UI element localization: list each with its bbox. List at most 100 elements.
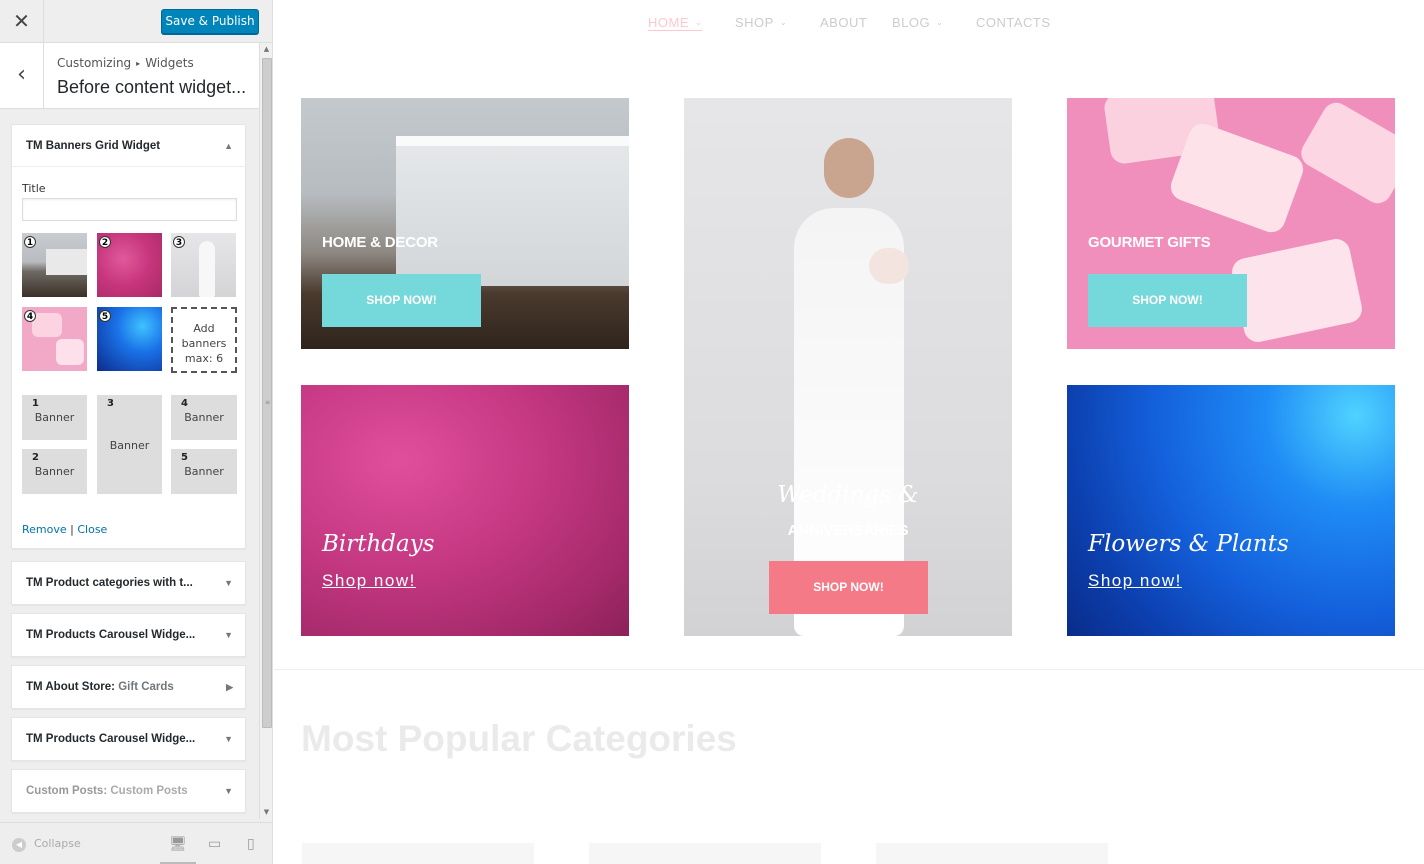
layout-slot-number: 2 [32,452,39,463]
layout-slot-label: Banner [184,465,224,478]
collapse-button[interactable]: ◀ Collapse [12,837,81,852]
widget-actions: Remove | Close [22,523,107,536]
banner-thumbnail[interactable]: 4 [22,307,87,371]
bride-head-shape [824,138,874,198]
shop-now-link[interactable]: Shop now! [1088,571,1182,591]
section-heading: Most Popular Categories [301,718,737,759]
customizer-header: ✕ Save & Publish [0,0,272,43]
desktop-preview-icon[interactable]: 🖥 [160,836,196,864]
widget-subtitle: Custom Posts [110,785,188,797]
layout-slot-number: 4 [181,398,188,409]
collapse-arrow-icon: ◀ [12,838,26,852]
widget-title: TM Banners Grid Widget [26,140,161,152]
chevron-down-icon: ⌄ [779,18,788,27]
scroll-up-arrow-icon[interactable]: ▲ [260,43,272,56]
title-input[interactable] [22,198,237,221]
shop-now-button[interactable]: SHOP NOW! [322,274,481,327]
expand-arrow-icon[interactable]: ▼ [224,718,233,760]
layout-slot[interactable]: 5 Banner [171,449,237,494]
dress-silhouette-shape [199,241,215,297]
sidebar-scrollbar[interactable]: ▲ ≡ ▼ [259,43,272,819]
banner-thumbnail[interactable]: 5 [97,307,162,371]
scrollbar-thumb[interactable]: ≡ [262,58,272,728]
remove-link[interactable]: Remove [22,523,67,536]
breadcrumb: Customizing ▸ Widgets [57,56,194,70]
widget-header[interactable]: TM Products Carousel Widge... ▼ [12,718,245,760]
widget-products-carousel[interactable]: TM Products Carousel Widge... ▼ [11,717,246,761]
expand-arrow-icon[interactable]: ▼ [224,770,233,812]
layout-slot-label: Banner [184,411,224,424]
add-banners-button[interactable]: Add banners max: 6 [171,307,237,373]
nav-item-contacts[interactable]: CONTACTS [976,15,1051,30]
layout-slot[interactable]: 1 Banner [22,395,87,440]
widget-header[interactable]: TM Products Carousel Widge... ▼ [12,614,245,656]
banner-gourmet-gifts[interactable]: GOURMET GIFTS SHOP NOW! [1067,98,1395,349]
widget-about-store[interactable]: TM About Store: Gift Cards ▶ [11,665,246,709]
widget-header[interactable]: TM Banners Grid Widget ▲ [12,125,245,167]
nav-item-blog[interactable]: BLOG ⌄ [892,15,943,30]
breadcrumb-root: Customizing [57,56,132,70]
close-link[interactable]: Close [77,523,107,536]
widget-product-categories[interactable]: TM Product categories with t... ▼ [11,561,246,605]
layout-slot[interactable]: 3 Banner [97,395,162,494]
banner-weddings[interactable]: Weddings & ANNIVERSARIES SHOP NOW! [684,98,1012,636]
widget-custom-posts[interactable]: Custom Posts: Custom Posts ▼ [11,769,246,813]
banner-title: ANNIVERSARIES [787,522,909,539]
category-card[interactable] [302,843,534,864]
banner-title: HOME & DECOR [322,234,438,251]
title-field-label: Title [22,182,46,195]
thumbnail-number: 4 [24,310,36,322]
banner-home-decor[interactable]: HOME & DECOR SHOP NOW! [301,98,629,349]
nav-label: HOME [648,15,689,30]
thumbnail-number: 2 [99,236,111,248]
banner-script-title: Flowers & Plants [1088,531,1289,557]
widget-title: TM Products Carousel Widge... [26,733,196,745]
widget-header[interactable]: TM About Store: Gift Cards ▶ [12,666,245,708]
thumbnail-number: 5 [99,310,111,322]
widget-products-carousel[interactable]: TM Products Carousel Widge... ▼ [11,613,246,657]
marshmallow-shape [1296,98,1395,209]
back-arrow-icon[interactable]: ‹ [0,43,44,109]
nav-item-home[interactable]: HOME ⌄ [648,15,703,31]
customizer-sidebar: ✕ Save & Publish ‹ Customizing ▸ Widgets B… [0,0,273,864]
widget-title: TM Product categories with t... [26,577,193,589]
nav-label: BLOG [892,15,931,30]
kitchen-counter-shape [396,136,629,146]
banner-script-title: Birthdays [322,531,435,557]
bouquet-shape [869,248,909,284]
breadcrumb-separator-icon: ▸ [136,59,141,68]
marshmallow-shape [32,313,62,337]
expand-arrow-icon[interactable]: ▶ [226,666,233,708]
category-card[interactable] [589,843,821,864]
banner-thumbnail[interactable]: 3 [171,233,236,297]
customizer-footer: ◀ Collapse 🖥 ▭ ▯ [0,822,272,864]
widget-header[interactable]: TM Product categories with t... ▼ [12,562,245,604]
kitchen-cabinet-shape [396,136,629,286]
shop-now-button[interactable]: SHOP NOW! [1088,274,1247,327]
chevron-down-icon: ⌄ [936,18,944,27]
banner-birthdays[interactable]: Birthdays Shop now! [301,385,629,636]
expand-arrow-icon[interactable]: ▼ [224,614,233,656]
save-publish-button[interactable]: Save & Publish [161,9,259,34]
add-banners-line: banners [181,337,227,350]
shop-now-link[interactable]: Shop now! [322,571,416,591]
nav-item-about[interactable]: ABOUT [820,15,867,30]
nav-item-shop[interactable]: SHOP ⌄ [735,15,787,30]
widget-header[interactable]: Custom Posts: Custom Posts ▼ [12,770,245,812]
tablet-preview-icon[interactable]: ▭ [208,836,221,852]
layout-slot[interactable]: 4 Banner [171,395,237,440]
collapse-arrow-icon[interactable]: ▲ [224,125,233,166]
banner-thumbnail[interactable]: 2 [97,233,162,297]
widget-title: TM About Store: [26,681,116,693]
mobile-preview-icon[interactable]: ▯ [247,836,255,852]
layout-slot-label: Banner [109,439,150,452]
close-icon[interactable]: ✕ [0,0,44,42]
shop-now-button[interactable]: SHOP NOW! [769,561,928,614]
expand-arrow-icon[interactable]: ▼ [224,562,233,604]
banner-thumbnail[interactable]: 1 [22,233,87,297]
scroll-down-arrow-icon[interactable]: ▼ [260,806,272,819]
banner-flowers-plants[interactable]: Flowers & Plants Shop now! [1067,385,1395,636]
chevron-down-icon: ⌄ [695,18,703,27]
layout-slot[interactable]: 2 Banner [22,449,87,494]
category-card[interactable] [876,843,1108,864]
